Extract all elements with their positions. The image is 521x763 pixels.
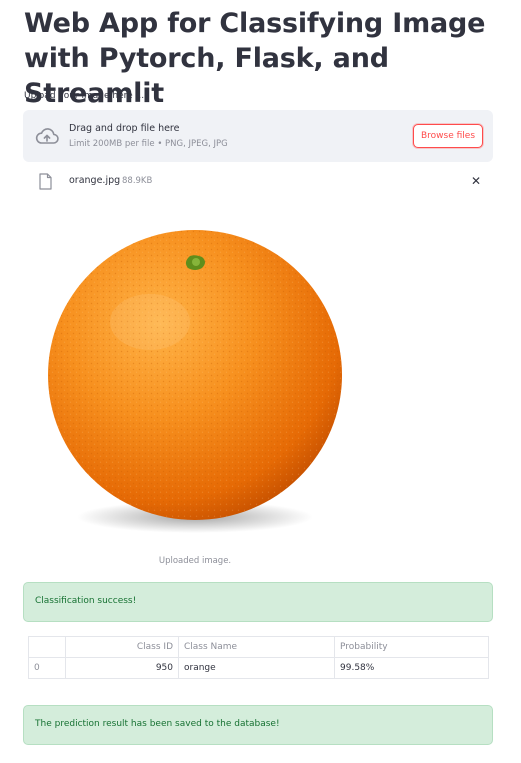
saved-success-text: The prediction result has been saved to … — [35, 719, 280, 729]
classification-success-alert: Classification success! — [23, 582, 493, 622]
uploaded-file-row: orange.jpg 88.9KB ✕ — [23, 170, 493, 194]
image-caption: Uploaded image. — [158, 556, 232, 566]
streamlit-page: Web App for Classifying Image with Pytor… — [0, 0, 521, 763]
dropzone-limit: Limit 200MB per file • PNG, JPEG, JPG — [69, 139, 228, 149]
uploaded-image — [30, 212, 360, 552]
classification-success-text: Classification success! — [35, 596, 137, 606]
orange-image — [48, 230, 342, 533]
browse-files-button[interactable]: Browse files — [413, 124, 483, 148]
dropzone-title: Drag and drop file here — [69, 123, 180, 134]
header-class-name[interactable]: Class Name — [178, 636, 335, 658]
table-header-row: Class ID Class Name Probability — [28, 636, 489, 658]
upload-label: Upload your image here ... — [24, 91, 145, 101]
cell-class-id: 950 — [65, 657, 179, 679]
file-name: orange.jpg — [69, 175, 121, 186]
header-probability[interactable]: Probability — [334, 636, 489, 658]
file-icon — [39, 173, 52, 190]
header-index — [28, 636, 66, 658]
cell-class-name: orange — [178, 657, 335, 679]
file-size: 88.9KB — [122, 176, 153, 186]
orange-stem — [185, 255, 205, 270]
cloud-upload-icon — [35, 128, 59, 144]
results-table: Class ID Class Name Probability 0 950 or… — [28, 636, 489, 679]
cell-probability: 99.58% — [334, 657, 489, 679]
table-row: 0 950 orange 99.58% — [28, 657, 489, 679]
saved-success-alert: The prediction result has been saved to … — [23, 705, 493, 745]
row-index: 0 — [28, 657, 66, 679]
close-icon[interactable]: ✕ — [471, 175, 481, 187]
header-class-id[interactable]: Class ID — [65, 636, 179, 658]
file-dropzone[interactable]: Drag and drop file here Limit 200MB per … — [23, 110, 493, 162]
